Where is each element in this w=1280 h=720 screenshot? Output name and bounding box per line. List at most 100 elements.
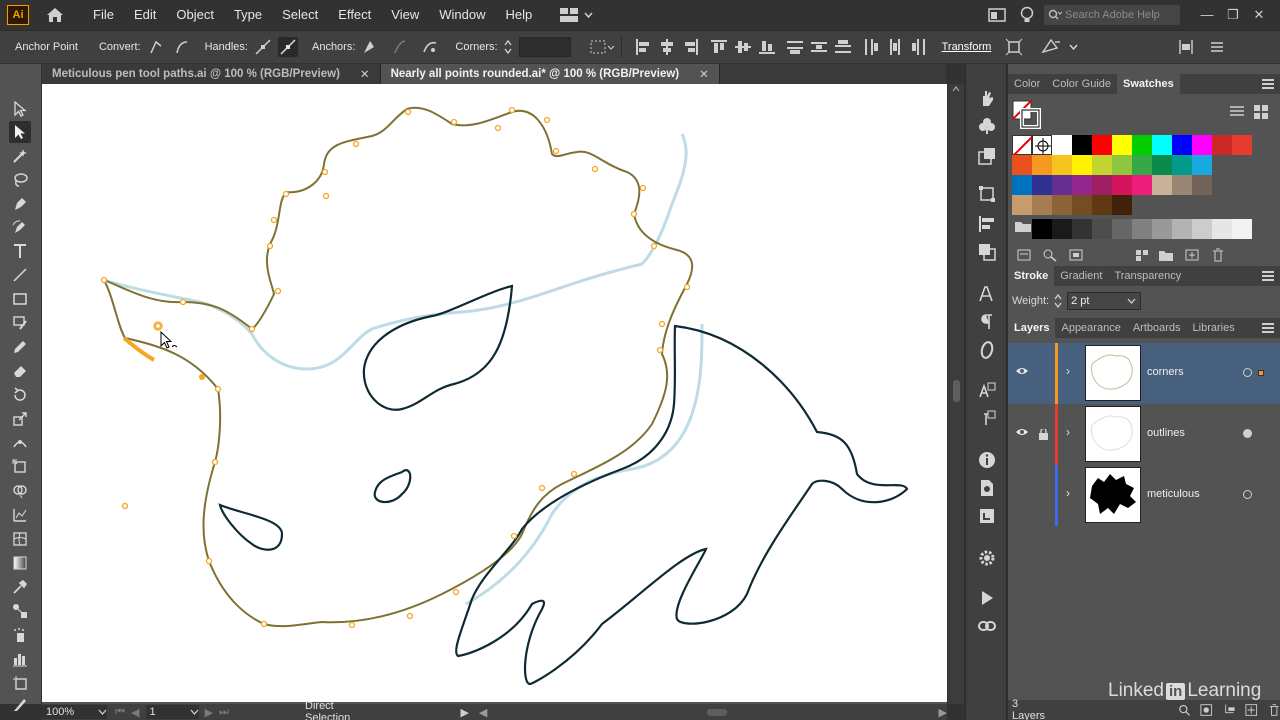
isolate-object-icon[interactable] bbox=[1005, 38, 1023, 56]
color-swatch[interactable] bbox=[1092, 155, 1112, 175]
links-panel-icon[interactable] bbox=[977, 506, 997, 526]
color-swatch[interactable] bbox=[1012, 175, 1032, 195]
transform-link[interactable]: Transform bbox=[942, 41, 992, 53]
weight-field[interactable]: 2 pt bbox=[1067, 292, 1142, 310]
mesh-tool[interactable] bbox=[9, 528, 31, 550]
perspective-grid-tool[interactable] bbox=[9, 504, 31, 526]
color-swatch[interactable] bbox=[1112, 155, 1132, 175]
color-swatch[interactable] bbox=[1072, 195, 1092, 215]
opentype-panel-icon[interactable] bbox=[977, 340, 997, 360]
rotate-tool[interactable] bbox=[9, 384, 31, 406]
layer-row-outlines[interactable]: › outlines bbox=[1008, 404, 1280, 465]
layer-row-corners[interactable]: › corners bbox=[1008, 343, 1280, 404]
magic-wand-tool[interactable] bbox=[9, 145, 31, 167]
lightbulb-icon[interactable] bbox=[1020, 6, 1034, 24]
gradient-tool[interactable] bbox=[9, 552, 31, 574]
close-tab-icon[interactable]: ✕ bbox=[360, 67, 370, 81]
color-swatch[interactable] bbox=[1072, 175, 1092, 195]
triceratops-artwork[interactable] bbox=[42, 84, 947, 702]
last-artboard-icon[interactable]: ⏭ bbox=[219, 706, 229, 719]
artboard-number-field[interactable]: 1 bbox=[145, 705, 199, 719]
color-swatch[interactable] bbox=[1192, 175, 1212, 195]
tab-appearance[interactable]: Appearance bbox=[1055, 318, 1126, 338]
color-swatch[interactable] bbox=[1192, 135, 1212, 155]
color-swatch[interactable] bbox=[1052, 175, 1072, 195]
paintbrush-tool[interactable] bbox=[9, 312, 31, 334]
color-swatch[interactable] bbox=[1112, 195, 1132, 215]
swatch-options-icon[interactable] bbox=[1068, 248, 1084, 262]
list-view-icon[interactable] bbox=[1230, 106, 1244, 118]
distribute-left-icon[interactable] bbox=[862, 38, 880, 56]
horizontal-scroll-thumb[interactable] bbox=[707, 708, 727, 716]
color-swatch[interactable] bbox=[1152, 135, 1172, 155]
selection-tool[interactable] bbox=[9, 98, 31, 120]
document-info-icon[interactable] bbox=[977, 478, 997, 498]
scroll-up-icon[interactable] bbox=[948, 84, 964, 94]
color-swatch[interactable] bbox=[1112, 175, 1132, 195]
color-swatch[interactable] bbox=[1072, 219, 1092, 239]
color-swatch[interactable] bbox=[1192, 219, 1212, 239]
color-swatch[interactable] bbox=[1132, 175, 1152, 195]
tab-artboards[interactable]: Artboards bbox=[1127, 318, 1187, 338]
lock-icon[interactable] bbox=[1039, 429, 1048, 440]
pathfinder-icon[interactable] bbox=[977, 242, 997, 262]
artboard-tool[interactable] bbox=[9, 672, 31, 694]
line-tool[interactable] bbox=[9, 264, 31, 286]
align-center-icon[interactable] bbox=[658, 38, 676, 56]
align-to-icon[interactable] bbox=[589, 38, 615, 56]
make-clipping-mask-icon[interactable] bbox=[1200, 703, 1213, 717]
tab-color-guide[interactable]: Color Guide bbox=[1046, 74, 1117, 94]
color-swatch[interactable] bbox=[1172, 135, 1192, 155]
paragraph-styles-icon[interactable] bbox=[977, 408, 997, 428]
menu-window[interactable]: Window bbox=[439, 7, 485, 22]
fill-stroke-indicator-icon[interactable] bbox=[1012, 100, 1042, 130]
panel-menu-icon[interactable] bbox=[1210, 41, 1224, 53]
home-icon[interactable] bbox=[45, 6, 65, 24]
show-handles-icon[interactable] bbox=[254, 38, 272, 56]
color-swatch[interactable] bbox=[1012, 195, 1032, 215]
type-tool[interactable] bbox=[9, 240, 31, 262]
paragraph-panel-icon[interactable] bbox=[977, 312, 997, 332]
layer-row-meticulous[interactable]: › meticulous bbox=[1008, 465, 1280, 526]
column-graph-tool[interactable] bbox=[9, 648, 31, 670]
align-right-icon[interactable] bbox=[682, 38, 700, 56]
menu-select[interactable]: Select bbox=[282, 7, 318, 22]
help-search-input[interactable]: Search Adobe Help bbox=[1044, 4, 1180, 25]
eyedropper-tool[interactable] bbox=[9, 576, 31, 598]
color-swatch[interactable] bbox=[1092, 175, 1112, 195]
menu-file[interactable]: File bbox=[93, 7, 114, 22]
align-bottom-icon[interactable] bbox=[758, 38, 776, 56]
color-swatch[interactable] bbox=[1032, 155, 1052, 175]
scroll-right-icon[interactable]: ▶ bbox=[939, 706, 947, 719]
color-swatch[interactable] bbox=[1132, 155, 1152, 175]
color-swatch[interactable] bbox=[1052, 195, 1072, 215]
selection-indicator[interactable] bbox=[1258, 370, 1264, 376]
expand-layer-icon[interactable]: › bbox=[1066, 425, 1070, 439]
menu-view[interactable]: View bbox=[391, 7, 419, 22]
lasso-tool[interactable] bbox=[9, 169, 31, 191]
layer-target-icon[interactable] bbox=[1243, 429, 1252, 438]
grid-view-icon[interactable] bbox=[1254, 105, 1268, 119]
distribute-right-icon[interactable] bbox=[910, 38, 928, 56]
locate-object-icon[interactable] bbox=[1178, 703, 1190, 717]
menu-object[interactable]: Object bbox=[176, 7, 214, 22]
symbol-sprayer-tool[interactable] bbox=[9, 624, 31, 646]
remove-anchor-icon[interactable] bbox=[361, 38, 379, 56]
tab-stroke[interactable]: Stroke bbox=[1008, 266, 1055, 286]
visibility-eye-icon[interactable] bbox=[1016, 367, 1028, 375]
align-middle-icon[interactable] bbox=[734, 38, 752, 56]
scroll-thumb[interactable] bbox=[953, 380, 960, 402]
align-top-icon[interactable] bbox=[710, 38, 728, 56]
color-swatch[interactable] bbox=[1032, 175, 1052, 195]
color-swatch[interactable] bbox=[1192, 155, 1212, 175]
eraser-tool[interactable] bbox=[9, 360, 31, 382]
color-swatch[interactable] bbox=[1132, 135, 1152, 155]
close-tab-icon[interactable]: ✕ bbox=[699, 67, 709, 81]
tab-libraries[interactable]: Libraries bbox=[1187, 318, 1241, 338]
layer-target-icon[interactable] bbox=[1243, 368, 1252, 377]
color-swatch[interactable] bbox=[1092, 135, 1112, 155]
tab-meticulous-pen-tool-paths[interactable]: Meticulous pen tool paths.ai @ 100 % (RG… bbox=[42, 64, 381, 84]
slice-tool[interactable] bbox=[9, 694, 31, 716]
create-sublayer-icon[interactable] bbox=[1223, 703, 1235, 717]
color-swatch[interactable] bbox=[1112, 219, 1132, 239]
